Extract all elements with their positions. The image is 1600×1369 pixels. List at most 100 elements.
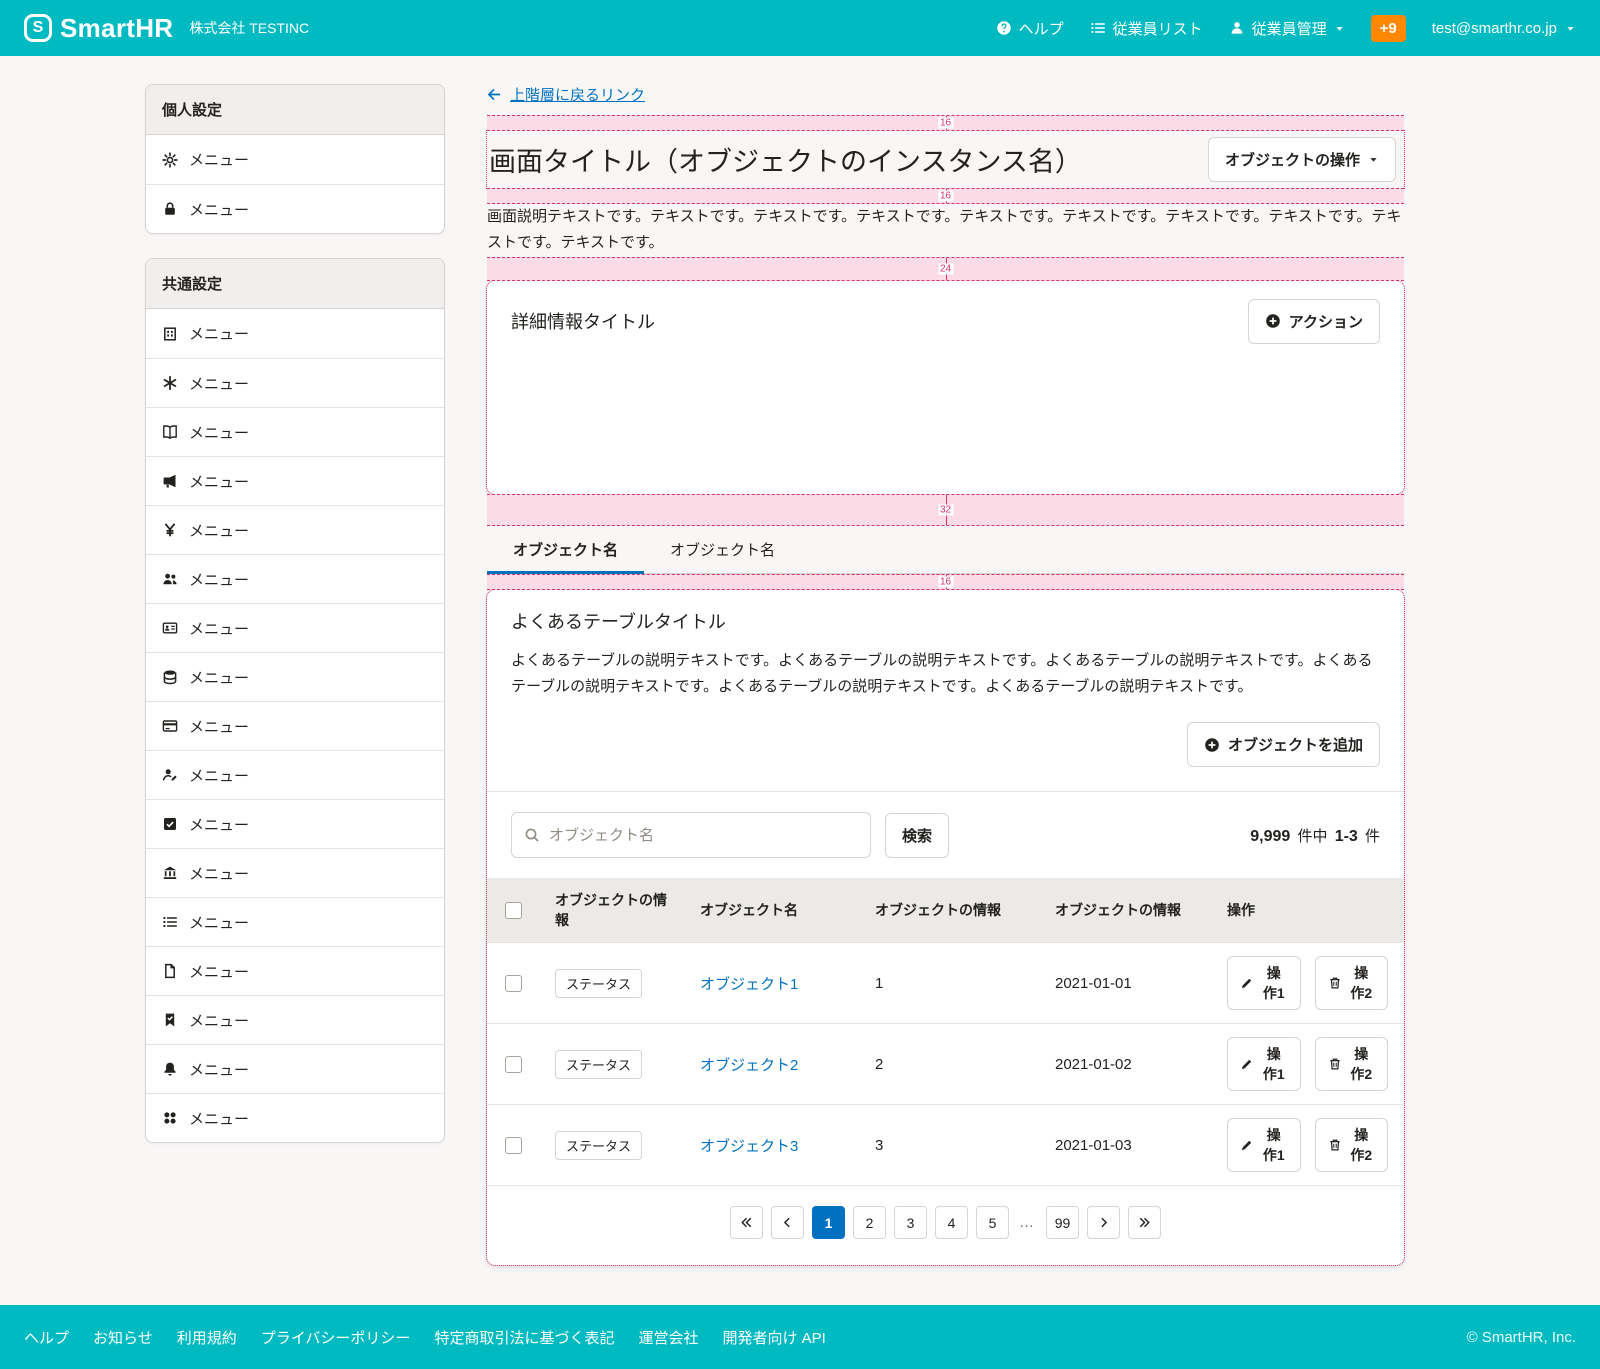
sidebar-item[interactable]: メニュー (146, 407, 444, 456)
sidebar-item[interactable]: メニュー (146, 456, 444, 505)
footer-link-1[interactable]: お知らせ (93, 1327, 153, 1348)
pagination-page-3[interactable]: 3 (894, 1206, 927, 1239)
row-action-edit-button[interactable]: 操作1 (1227, 956, 1301, 1010)
header-checkbox-cell (487, 878, 539, 943)
header-nav-item-2[interactable]: 従業員管理 (1229, 18, 1345, 39)
footer-link-2[interactable]: 利用規約 (177, 1327, 237, 1348)
pagination-page-4[interactable]: 4 (935, 1206, 968, 1239)
pagination-page-5[interactable]: 5 (976, 1206, 1009, 1239)
sidebar-item-label: メニュー (189, 863, 249, 884)
action-button-label: アクション (1289, 311, 1363, 332)
footer-link-0[interactable]: ヘルプ (24, 1327, 69, 1348)
result-count: 9,999 件中 1-3 件 (1247, 825, 1380, 846)
header-nav-label: 従業員リスト (1113, 18, 1203, 39)
pagination: 12345…99 (487, 1186, 1404, 1265)
copyright: © SmartHR, Inc. (1467, 1329, 1576, 1346)
sidebar-item[interactable]: メニュー (146, 750, 444, 799)
sidebar-item[interactable]: メニュー (146, 309, 444, 358)
header-nav-item-0[interactable]: ヘルプ (996, 18, 1064, 39)
object-link[interactable]: オブジェクト2 (700, 1057, 798, 1074)
sidebar-item[interactable]: メニュー (146, 701, 444, 750)
footer-link-5[interactable]: 運営会社 (638, 1327, 698, 1348)
sidebar-item[interactable]: メニュー (146, 995, 444, 1044)
row-action-delete-button[interactable]: 操作2 (1315, 956, 1389, 1010)
bell-icon (162, 1061, 178, 1077)
header-nav-item-1[interactable]: 従業員リスト (1090, 18, 1203, 39)
detail-card-body (511, 344, 1380, 494)
sidebar-item-label: メニュー (189, 716, 249, 737)
column-header: 操作 (1211, 878, 1404, 943)
chevrons-right-icon (1138, 1216, 1151, 1229)
table-toolbar: 検索 9,999 件中 1-3 件 (487, 791, 1404, 878)
status-badge: ステータス (555, 969, 642, 998)
header-right: ヘルプ 従業員リスト 従業員管理 +9 test@smarthr.co.jp (996, 15, 1576, 42)
footer-link-3[interactable]: プライバシーポリシー (261, 1327, 411, 1348)
pagination-page-1[interactable]: 1 (812, 1206, 845, 1239)
object-link[interactable]: オブジェクト3 (700, 1138, 798, 1155)
sidebar-item[interactable]: メニュー (146, 1093, 444, 1142)
search-box (511, 812, 871, 858)
object-link[interactable]: オブジェクト1 (700, 976, 798, 993)
row-action-edit-button[interactable]: 操作1 (1227, 1037, 1301, 1091)
object-info-cell: 3 (859, 1105, 1039, 1186)
tab-object-1[interactable]: オブジェクト名 (487, 526, 644, 573)
pagination-page-2[interactable]: 2 (853, 1206, 886, 1239)
column-header: オブジェクトの情報 (539, 878, 684, 943)
row-action-edit-button[interactable]: 操作1 (1227, 1118, 1301, 1172)
pagination-prev-button[interactable] (771, 1206, 804, 1239)
header-left: S SmartHR 株式会社 TESTINC (24, 13, 309, 44)
sidebar-item[interactable]: メニュー (146, 554, 444, 603)
back-link[interactable]: 上階層に戻るリンク (487, 84, 645, 105)
sidebar-item[interactable]: メニュー (146, 897, 444, 946)
object-date-cell: 2021-01-02 (1039, 1024, 1211, 1105)
chevron-right-icon (1097, 1216, 1110, 1229)
sidebar: 個人設定メニューメニュー共通設定メニューメニューメニューメニューメニューメニュー… (145, 84, 445, 1143)
sidebar-section-title: 個人設定 (146, 85, 444, 135)
notification-count-badge[interactable]: +9 (1371, 15, 1406, 42)
main-content: 上階層に戻るリンク 16 画面タイトル（オブジェクトのインスタンス名） オブジェ… (487, 84, 1404, 1265)
sidebar-item-label: メニュー (189, 1010, 249, 1031)
object-name-cell: オブジェクト2 (684, 1024, 859, 1105)
sidebar-item[interactable]: メニュー (146, 135, 444, 184)
search-input[interactable] (549, 827, 858, 844)
footer-link-4[interactable]: 特定商取引法に基づく表記 (434, 1327, 614, 1348)
pagination-first-button[interactable] (730, 1206, 763, 1239)
caret-down-icon (1565, 23, 1576, 34)
pagination-last-button[interactable] (1128, 1206, 1161, 1239)
row-checkbox[interactable] (505, 975, 522, 992)
select-all-checkbox[interactable] (505, 902, 522, 919)
smarthr-logo-icon: S (24, 14, 52, 42)
pagination-page-99[interactable]: 99 (1046, 1206, 1079, 1239)
row-checkbox[interactable] (505, 1056, 522, 1073)
sidebar-item[interactable]: メニュー (146, 848, 444, 897)
footer-link-6[interactable]: 開発者向け API (722, 1327, 825, 1348)
sidebar-item[interactable]: メニュー (146, 358, 444, 407)
account-menu[interactable]: test@smarthr.co.jp (1432, 20, 1576, 37)
spacing-annotation: 16 (487, 188, 1404, 204)
row-action-delete-button[interactable]: 操作2 (1315, 1118, 1389, 1172)
add-object-button[interactable]: オブジェクトを追加 (1187, 722, 1380, 767)
row-action-delete-button[interactable]: 操作2 (1315, 1037, 1389, 1091)
chevron-left-icon (781, 1216, 794, 1229)
object-actions-dropdown-button[interactable]: オブジェクトの操作 (1208, 137, 1396, 182)
sidebar-item[interactable]: メニュー (146, 652, 444, 701)
sidebar-item[interactable]: メニュー (146, 505, 444, 554)
sidebar-item[interactable]: メニュー (146, 1044, 444, 1093)
sidebar-item[interactable]: メニュー (146, 603, 444, 652)
row-checkbox[interactable] (505, 1137, 522, 1154)
trash-icon (1328, 1057, 1342, 1071)
apps-icon (162, 1110, 178, 1126)
sidebar-item[interactable]: メニュー (146, 184, 444, 233)
tab-object-2[interactable]: オブジェクト名 (644, 526, 801, 573)
smarthr-logo[interactable]: S SmartHR (24, 13, 173, 44)
search-button[interactable]: 検索 (885, 813, 949, 858)
chevrons-left-icon (740, 1216, 753, 1229)
page-description: 画面説明テキストです。テキストです。テキストです。テキストです。テキストです。テ… (487, 204, 1404, 257)
sidebar-item[interactable]: メニュー (146, 799, 444, 848)
object-info-cell: 1 (859, 943, 1039, 1024)
row-actions: 操作1 操作2 (1227, 956, 1388, 1010)
person-icon (1229, 20, 1245, 36)
sidebar-item[interactable]: メニュー (146, 946, 444, 995)
pagination-next-button[interactable] (1087, 1206, 1120, 1239)
action-button[interactable]: アクション (1248, 299, 1380, 344)
